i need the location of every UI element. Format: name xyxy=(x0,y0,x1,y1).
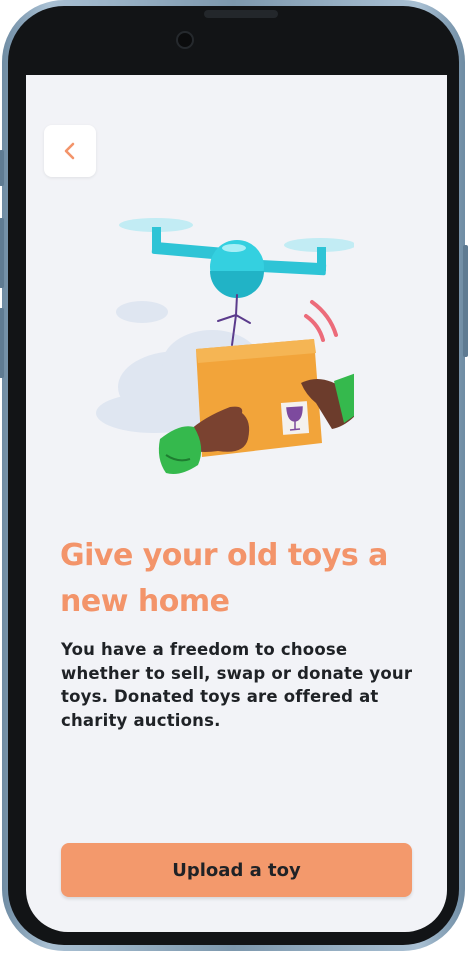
app-screen: Give your old toys a new home You have a… xyxy=(26,75,447,932)
front-camera xyxy=(176,31,194,49)
phone-side-button xyxy=(0,150,4,186)
drone-icon xyxy=(119,218,354,298)
phone-power-button xyxy=(463,245,468,357)
drone-delivery-illustration xyxy=(96,218,354,474)
page-description: You have a freedom to choose whether to … xyxy=(61,640,413,730)
phone-speaker xyxy=(204,10,278,18)
phone-volume-up-button xyxy=(0,218,4,288)
small-cloud-shape xyxy=(116,301,168,323)
back-button[interactable] xyxy=(44,125,96,177)
chevron-left-icon xyxy=(62,141,78,161)
phone-volume-down-button xyxy=(0,308,4,378)
signal-icon xyxy=(304,300,338,342)
upload-toy-button[interactable]: Upload a toy xyxy=(61,843,412,897)
phone-frame: Give your old toys a new home You have a… xyxy=(0,0,468,951)
page-title: Give your old toys a new home xyxy=(60,538,388,619)
